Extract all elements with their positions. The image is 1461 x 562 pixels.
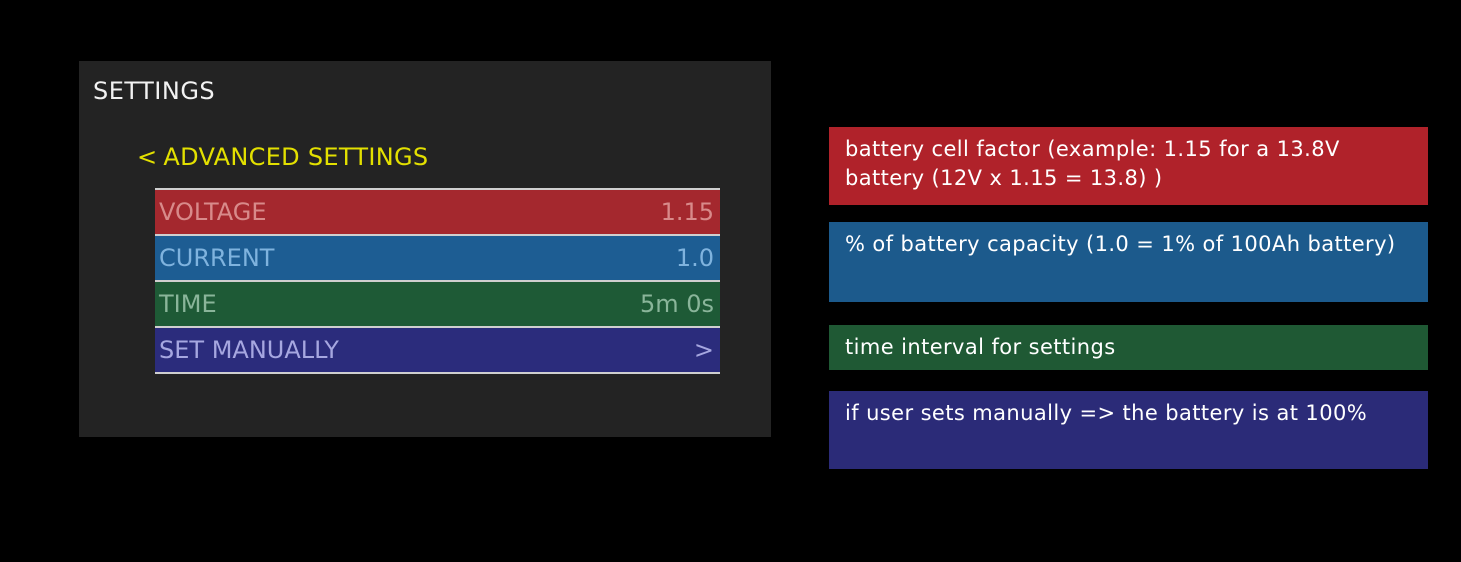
settings-list: VOLTAGE 1.15 CURRENT 1.0 TIME 5m 0s SET … <box>155 188 720 374</box>
set-manually-annotation: if user sets manually => the battery is … <box>829 391 1428 469</box>
page-title: SETTINGS <box>93 77 216 105</box>
set-manually-label: SET MANUALLY <box>159 336 339 364</box>
set-manually-row[interactable]: SET MANUALLY > <box>155 328 720 374</box>
current-value: 1.0 <box>675 244 714 272</box>
time-label: TIME <box>159 290 217 318</box>
advanced-settings-back-button[interactable]: < ADVANCED SETTINGS <box>137 143 428 171</box>
time-annotation: time interval for settings <box>829 325 1428 370</box>
voltage-label: VOLTAGE <box>159 198 267 226</box>
current-label: CURRENT <box>159 244 275 272</box>
settings-panel: SETTINGS < ADVANCED SETTINGS VOLTAGE 1.15… <box>79 61 771 437</box>
time-value: 5m 0s <box>639 290 714 318</box>
voltage-annotation: battery cell factor (example: 1.15 for a… <box>829 127 1428 205</box>
voltage-row[interactable]: VOLTAGE 1.15 <box>155 190 720 236</box>
current-row[interactable]: CURRENT 1.0 <box>155 236 720 282</box>
chevron-left-icon: < <box>137 143 158 171</box>
back-label: ADVANCED SETTINGS <box>163 143 429 171</box>
chevron-right-icon: > <box>693 336 714 364</box>
current-annotation: % of battery capacity (1.0 = 1% of 100Ah… <box>829 222 1428 302</box>
voltage-value: 1.15 <box>660 198 714 226</box>
time-row[interactable]: TIME 5m 0s <box>155 282 720 328</box>
